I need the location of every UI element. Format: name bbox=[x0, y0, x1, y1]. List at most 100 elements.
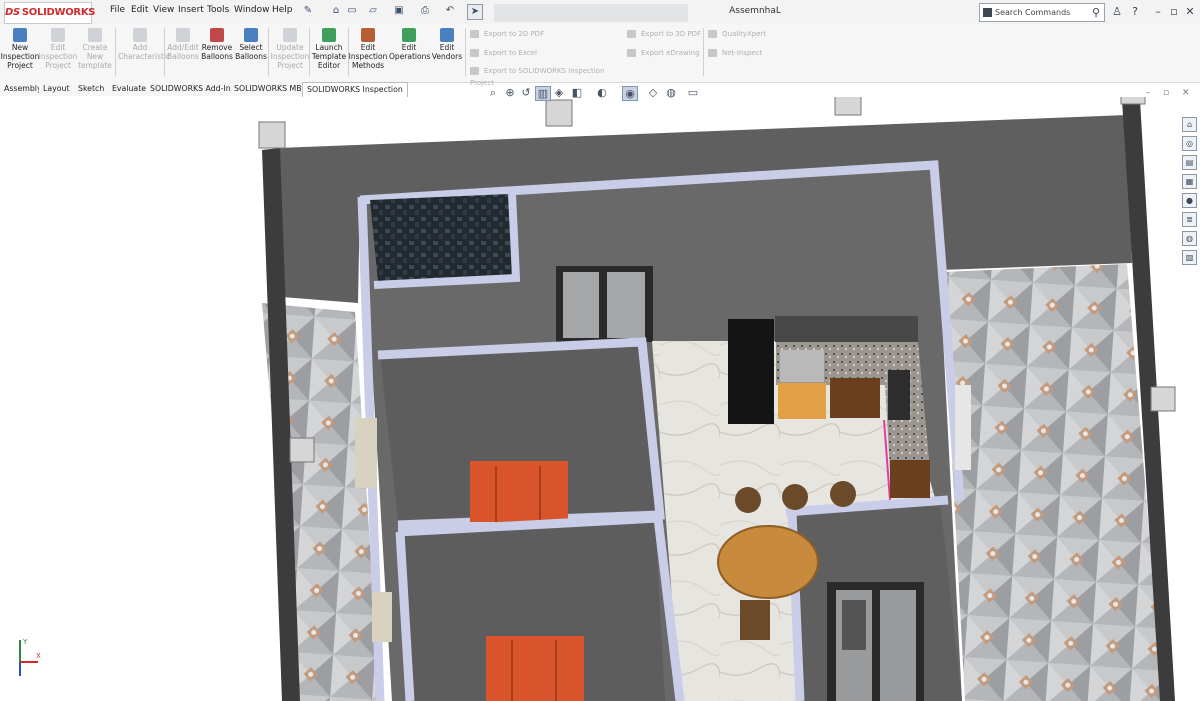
edrawing-icon bbox=[627, 49, 636, 57]
scene-icon[interactable]: ◇ bbox=[646, 86, 660, 99]
solidworks-logo[interactable]: DS SOLIDWORKS bbox=[4, 2, 95, 24]
export-group-2: Export to 3D PDF Export eDrawing bbox=[627, 28, 707, 59]
tab-solidworks-inspection[interactable]: SOLIDWORKS Inspection bbox=[302, 82, 408, 97]
tab-evaluate[interactable]: Evaluate bbox=[108, 82, 152, 96]
document-title: AssemnhaL bbox=[729, 6, 781, 16]
hide-show-icon[interactable]: ◐ bbox=[595, 86, 609, 99]
menu-edit[interactable]: Edit bbox=[131, 5, 148, 15]
export-3d-pdf-button[interactable]: Export to 3D PDF bbox=[627, 28, 707, 40]
tab-solidworks-mbd[interactable]: SOLIDWORKS MBD bbox=[230, 82, 313, 96]
pillar bbox=[1120, 97, 1146, 105]
command-label: Add/Edit Balloons bbox=[167, 43, 199, 61]
resources-icon[interactable]: ◎ bbox=[1182, 136, 1197, 151]
restore-icon[interactable]: ▫ bbox=[1167, 5, 1181, 18]
export-group-1: Export to 2D PDF Export to Excel Export … bbox=[470, 28, 630, 87]
forum-icon[interactable]: ◍ bbox=[1182, 231, 1197, 246]
view-orientation-icon[interactable]: ◈ bbox=[552, 86, 566, 99]
drawers bbox=[830, 378, 880, 418]
monitor-icon[interactable]: ▭ bbox=[686, 86, 700, 99]
command-label: Select Balloons bbox=[235, 43, 267, 61]
edit-appearance-icon[interactable]: ◉ bbox=[622, 86, 638, 101]
minimize-icon[interactable]: – bbox=[1151, 5, 1165, 18]
launch-template-editor-button[interactable]: Launch Template Editor bbox=[309, 26, 349, 70]
bed-1 bbox=[470, 461, 568, 522]
save-icon[interactable]: ▣ bbox=[392, 4, 406, 18]
edit-operations-button[interactable]: Edit Operations bbox=[389, 26, 430, 61]
tab-layout[interactable]: Layout bbox=[39, 82, 75, 96]
design-library-icon[interactable]: ▤ bbox=[1182, 155, 1197, 170]
stove bbox=[888, 370, 910, 420]
add-characteristic-icon bbox=[133, 28, 147, 42]
custom-properties-icon[interactable]: ≣ bbox=[1182, 212, 1197, 227]
view-palette-icon[interactable]: ▨ bbox=[1182, 250, 1197, 265]
excel-icon bbox=[470, 49, 479, 57]
search-input[interactable]: Search Commands ⚲ bbox=[979, 3, 1105, 22]
menu-help[interactable]: Help bbox=[272, 5, 293, 15]
update-inspection-project-button[interactable]: Update Inspection Project bbox=[270, 26, 310, 70]
pdf-icon bbox=[470, 30, 479, 38]
export-excel-button[interactable]: Export to Excel bbox=[470, 47, 630, 59]
select-icon[interactable]: ➤ bbox=[467, 4, 483, 20]
viewport-restore-icon[interactable]: ▫ bbox=[1163, 88, 1169, 98]
home-icon[interactable]: ⌂ bbox=[1182, 117, 1197, 132]
export-2d-pdf-button[interactable]: Export to 2D PDF bbox=[470, 28, 630, 40]
search-icon[interactable]: ⚲ bbox=[1092, 4, 1100, 21]
previous-view-icon[interactable]: ↺ bbox=[519, 86, 533, 99]
ds-logo-mark: DS bbox=[5, 7, 20, 18]
zoom-area-icon[interactable]: ⊕ bbox=[503, 86, 517, 99]
tab-sketch[interactable]: Sketch bbox=[74, 82, 110, 96]
undo-icon[interactable]: ↶ bbox=[443, 4, 457, 18]
edit-operations-icon bbox=[402, 28, 416, 42]
net-inspect-button[interactable]: Net-Inspect bbox=[708, 47, 778, 59]
view-settings-icon[interactable]: ◍ bbox=[664, 86, 678, 99]
blurred-region bbox=[494, 4, 688, 22]
print-icon[interactable]: ⎙ bbox=[418, 4, 432, 18]
home-icon[interactable]: ⌂ bbox=[329, 4, 343, 18]
section-view-icon[interactable]: ▥ bbox=[535, 86, 551, 101]
graphics-viewport[interactable] bbox=[0, 97, 1200, 701]
new-file-icon[interactable]: ▭ bbox=[345, 4, 359, 18]
edit-inspection-methods-button[interactable]: Edit Inspection Methods bbox=[348, 26, 388, 70]
separator bbox=[268, 28, 269, 76]
reference-triad: X Y bbox=[19, 638, 41, 676]
viewport-close-icon[interactable]: ✕ bbox=[1182, 88, 1190, 98]
help-icon[interactable]: ? bbox=[1128, 5, 1142, 18]
file-explorer-icon[interactable]: ▦ bbox=[1182, 174, 1197, 189]
dining-chair bbox=[740, 600, 770, 640]
sink bbox=[780, 350, 824, 382]
export-edrawing-button[interactable]: Export eDrawing bbox=[627, 47, 707, 59]
zoom-to-fit-icon[interactable]: ⌕ bbox=[486, 86, 500, 100]
appearances-icon[interactable]: ● bbox=[1182, 193, 1197, 208]
command-label: Edit Inspection Methods bbox=[348, 43, 388, 70]
pin-icon[interactable]: ✎ bbox=[301, 4, 315, 18]
edit-inspection-project-button[interactable]: Edit Inspection Project bbox=[38, 26, 78, 70]
door-glass bbox=[607, 272, 645, 338]
create-new-template-button[interactable]: Create New template bbox=[75, 26, 115, 70]
pdf-3d-icon bbox=[627, 30, 636, 38]
window-unit bbox=[355, 418, 377, 488]
edit-vendors-button[interactable]: Edit Vendors bbox=[427, 26, 467, 61]
menu-file[interactable]: File bbox=[110, 5, 125, 15]
export-inspection-project-button[interactable]: Export to SOLIDWORKS Inspection Project bbox=[470, 65, 630, 87]
add-characteristic-button[interactable]: Add Characteristic bbox=[118, 26, 170, 61]
menu-insert[interactable]: Insert bbox=[178, 5, 204, 15]
door-glass bbox=[563, 272, 599, 338]
remove-balloons-icon bbox=[210, 28, 224, 42]
viewport-minimize-icon[interactable]: – bbox=[1146, 88, 1151, 98]
select-balloons-button[interactable]: Select Balloons bbox=[231, 26, 271, 61]
display-style-icon[interactable]: ◧ bbox=[570, 86, 584, 99]
menu-tools[interactable]: Tools bbox=[207, 5, 229, 15]
new-inspection-project-button[interactable]: New Inspection Project bbox=[0, 26, 40, 70]
menu-window[interactable]: Window bbox=[234, 5, 270, 15]
tab-solidworks-add-ins[interactable]: SOLIDWORKS Add-Ins bbox=[146, 82, 240, 96]
user-icon[interactable]: ♙ bbox=[1110, 5, 1124, 18]
cabinet bbox=[778, 383, 826, 419]
menu-view[interactable]: View bbox=[153, 5, 174, 15]
dining-chair bbox=[735, 487, 761, 513]
qualityxpert-button[interactable]: QualityXpert bbox=[708, 28, 778, 40]
open-icon[interactable]: ▱ bbox=[366, 4, 380, 18]
side-cabinet bbox=[890, 460, 930, 498]
command-label: Export to 3D PDF bbox=[641, 30, 702, 38]
pillar bbox=[834, 97, 862, 116]
close-icon[interactable]: ✕ bbox=[1183, 5, 1197, 18]
